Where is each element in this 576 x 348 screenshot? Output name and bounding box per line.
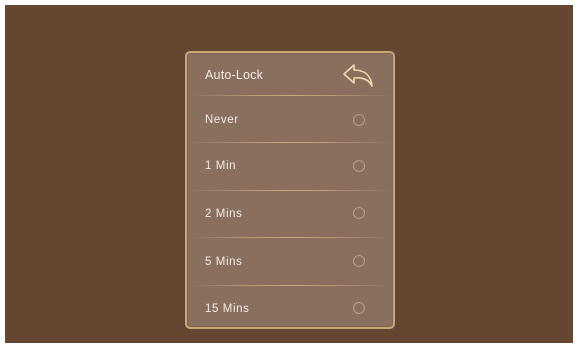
radio-1-min[interactable] (353, 160, 365, 172)
panel-header: Auto-Lock (187, 53, 393, 95)
radio-never[interactable] (353, 114, 365, 126)
auto-lock-panel: Auto-Lock Never 1 Min 2 Mins 5 Mins 15 M… (185, 51, 395, 329)
radio-2-mins[interactable] (353, 207, 365, 219)
radio-5-mins[interactable] (353, 255, 365, 267)
option-label: 2 Mins (205, 208, 243, 220)
option-1-min[interactable]: 1 Min (187, 143, 393, 189)
screen-background: Auto-Lock Never 1 Min 2 Mins 5 Mins 15 M… (5, 5, 573, 343)
option-5-mins[interactable]: 5 Mins (187, 238, 393, 284)
option-label: 5 Mins (205, 256, 243, 268)
option-label: 15 Mins (205, 303, 250, 315)
option-15-mins[interactable]: 15 Mins (187, 286, 393, 327)
option-label: Never (205, 114, 239, 126)
option-label: 1 Min (205, 160, 237, 172)
radio-15-mins[interactable] (353, 302, 365, 314)
back-arrow-icon[interactable] (341, 61, 375, 89)
panel-title: Auto-Lock (205, 68, 264, 82)
option-never[interactable]: Never (187, 96, 393, 142)
option-2-mins[interactable]: 2 Mins (187, 191, 393, 237)
